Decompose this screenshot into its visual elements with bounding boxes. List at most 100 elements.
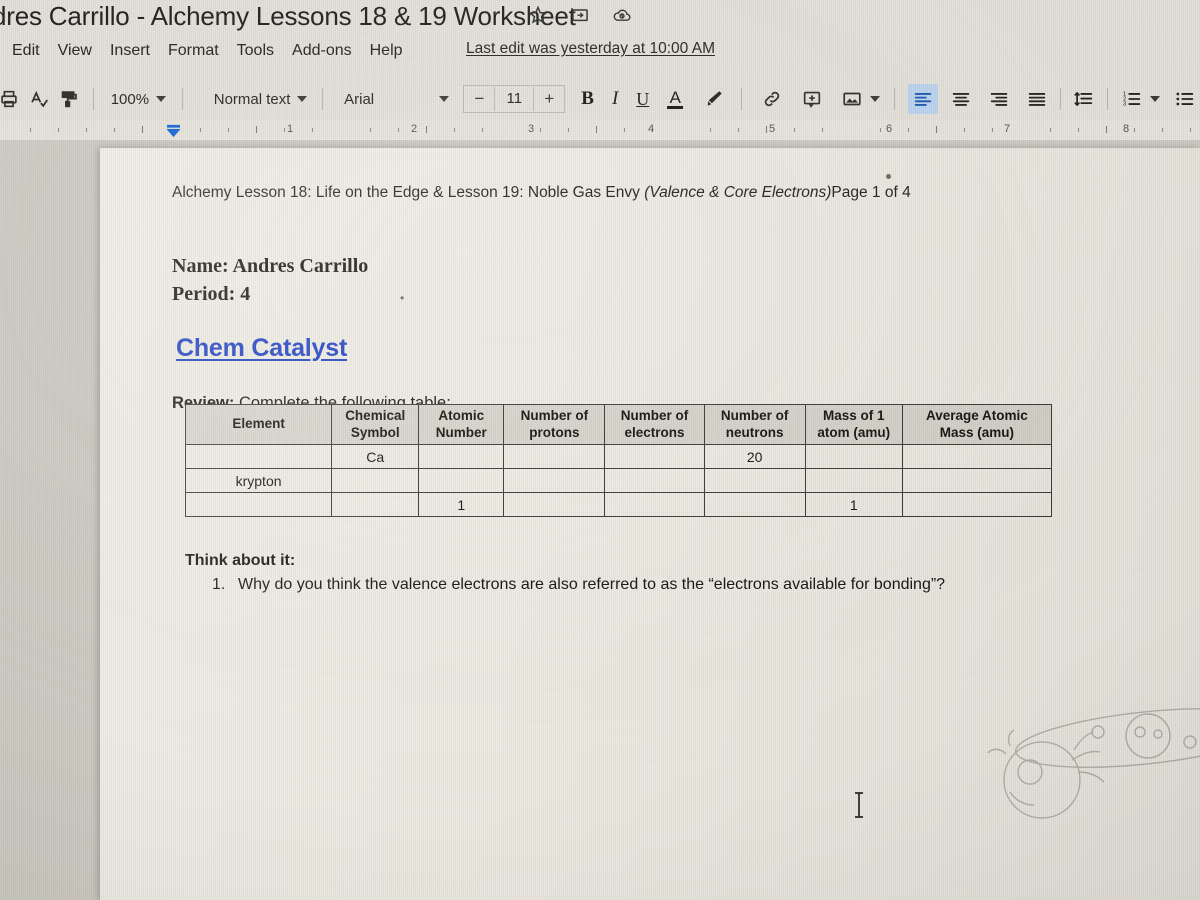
italic-button[interactable]: I — [608, 84, 622, 114]
ruler-number-4: 4 — [647, 123, 655, 135]
table-row[interactable]: Ca 20 — [184, 444, 1053, 469]
left-indent-marker[interactable] — [166, 124, 181, 138]
cell-mass-one-atom[interactable]: 1 — [804, 492, 903, 517]
header-line-2: electrons — [624, 424, 685, 440]
cell-electrons[interactable] — [604, 468, 705, 493]
cell-mass-one-atom[interactable] — [804, 444, 903, 469]
pencil-doodle-watermark — [980, 688, 1200, 828]
menu-item-insert[interactable]: Insert — [110, 42, 150, 60]
cell-electrons[interactable] — [604, 444, 705, 469]
cell-protons[interactable] — [503, 468, 606, 493]
print-button[interactable] — [0, 84, 24, 114]
cell-neutrons[interactable] — [703, 492, 806, 517]
zoom-selector[interactable]: 100% — [111, 91, 167, 108]
chevron-down-icon — [869, 96, 880, 102]
question-item-1: 1. Why do you think the valence electrons… — [212, 576, 945, 594]
header-text-plain-1: Alchemy Lesson 18: Life on the Edge & Le… — [172, 184, 645, 201]
cell-average-atomic-mass[interactable] — [901, 468, 1053, 493]
move-to-folder-icon[interactable] — [570, 5, 590, 25]
line-spacing-button[interactable] — [1069, 84, 1099, 114]
cell-symbol[interactable] — [331, 492, 420, 517]
cell-neutrons[interactable] — [703, 468, 806, 493]
cell-atomic-number[interactable]: 1 — [418, 492, 505, 517]
ruler[interactable]: 1 2 3 4 5 6 7 8 — [0, 120, 1200, 140]
document-body[interactable]: Alchemy Lesson 18: Life on the Edge & Le… — [100, 148, 1200, 900]
last-edit-status[interactable]: Last edit was yesterday at 10:00 AM — [466, 40, 715, 58]
cell-atomic-number[interactable] — [418, 444, 505, 469]
menu-item-edit[interactable]: Edit — [12, 42, 40, 60]
cell-average-atomic-mass[interactable] — [901, 444, 1053, 469]
cell-symbol[interactable] — [331, 468, 420, 493]
column-header-number-of-protons: Number of protons — [503, 404, 606, 445]
print-icon — [0, 88, 20, 110]
line-spacing-icon — [1073, 88, 1095, 110]
align-center-icon — [950, 88, 972, 110]
menu-item-tools[interactable]: Tools — [237, 42, 274, 60]
header-line-2: protons — [529, 424, 580, 440]
cell-element[interactable]: krypton — [184, 468, 333, 493]
column-header-atomic-number: Atomic Number — [418, 404, 505, 445]
menu-item-add-ons[interactable]: Add-ons — [292, 42, 352, 60]
text-color-button[interactable]: A — [663, 84, 687, 114]
font-family-value: Arial — [344, 90, 375, 108]
toolbar: 100% Normal text Arial − 11 + B I U A 1 … — [0, 80, 1200, 118]
menu-item-help[interactable]: Help — [370, 42, 403, 60]
cell-electrons[interactable] — [604, 492, 705, 517]
align-right-button[interactable] — [984, 84, 1014, 114]
menu-item-format[interactable]: Format — [168, 42, 219, 60]
cell-element[interactable] — [184, 492, 333, 517]
star-icon[interactable] — [528, 5, 548, 25]
paint-format-button[interactable] — [54, 84, 84, 114]
font-family-selector[interactable]: Arial — [332, 91, 455, 108]
align-justify-button[interactable] — [1022, 84, 1052, 114]
cell-element[interactable] — [184, 444, 333, 469]
add-comment-button[interactable] — [797, 84, 827, 114]
cloud-saved-icon[interactable] — [612, 5, 632, 25]
cell-atomic-number[interactable] — [418, 468, 505, 493]
document-title[interactable]: dres Carrillo - Alchemy Lessons 18 & 19 … — [0, 1, 576, 32]
cell-mass-one-atom[interactable] — [804, 468, 903, 493]
periodic-properties-table[interactable]: Element Chemical Symbol Atomic Number Nu… — [184, 404, 1053, 517]
table-row[interactable]: krypton — [184, 468, 1053, 493]
column-header-average-atomic-mass: Average Atomic Mass (amu) — [901, 404, 1053, 445]
font-size-value[interactable]: 11 — [494, 87, 535, 111]
underline-button[interactable]: U — [632, 84, 653, 114]
header-line-1: Number of — [520, 407, 589, 423]
numbered-list-button[interactable]: 1 2 3 — [1117, 84, 1164, 114]
ruler-number-7: 7 — [1003, 123, 1011, 135]
highlight-button[interactable] — [699, 84, 729, 114]
align-left-icon — [912, 88, 934, 110]
chevron-down-icon — [439, 96, 450, 102]
menu-item-view[interactable]: View — [58, 42, 92, 60]
name-line: Name: Andres Carrillo — [172, 255, 369, 277]
align-center-button[interactable] — [946, 84, 976, 114]
title-icon-group — [528, 5, 632, 25]
question-text: Why do you think the valence electrons a… — [238, 576, 946, 593]
toolbar-divider — [93, 88, 94, 110]
cell-protons[interactable] — [503, 492, 606, 517]
header-line-2: Number — [435, 424, 487, 440]
insert-image-button[interactable] — [837, 84, 884, 114]
table-row[interactable]: 1 1 — [184, 492, 1053, 517]
bulleted-list-button[interactable] — [1170, 84, 1200, 114]
paragraph-style-selector[interactable]: Normal text — [192, 91, 314, 108]
column-header-number-of-neutrons: Number of neutrons — [703, 404, 806, 445]
spelling-check-button[interactable] — [24, 84, 54, 114]
align-left-button[interactable] — [907, 84, 938, 114]
font-size-decrease-button[interactable]: − — [464, 89, 494, 109]
document-page[interactable]: Alchemy Lesson 18: Life on the Edge & Le… — [100, 148, 1200, 900]
header-line-1: Element — [232, 416, 285, 432]
text-color-swatch — [667, 105, 684, 109]
insert-link-button[interactable] — [757, 84, 787, 114]
cell-protons[interactable] — [503, 444, 606, 469]
cell-average-atomic-mass[interactable] — [901, 492, 1053, 517]
toolbar-divider — [1059, 88, 1061, 110]
cell-neutrons[interactable]: 20 — [703, 444, 806, 469]
student-info-block: Name: Andres Carrillo Period: 4 — [172, 252, 368, 309]
font-size-stepper[interactable]: − 11 + — [463, 85, 566, 113]
cell-symbol[interactable]: Ca — [331, 444, 420, 469]
numbered-list-icon: 1 2 3 — [1121, 88, 1143, 110]
font-size-increase-button[interactable]: + — [534, 89, 564, 109]
bold-button[interactable]: B — [577, 84, 598, 114]
paint-format-icon — [58, 88, 80, 110]
